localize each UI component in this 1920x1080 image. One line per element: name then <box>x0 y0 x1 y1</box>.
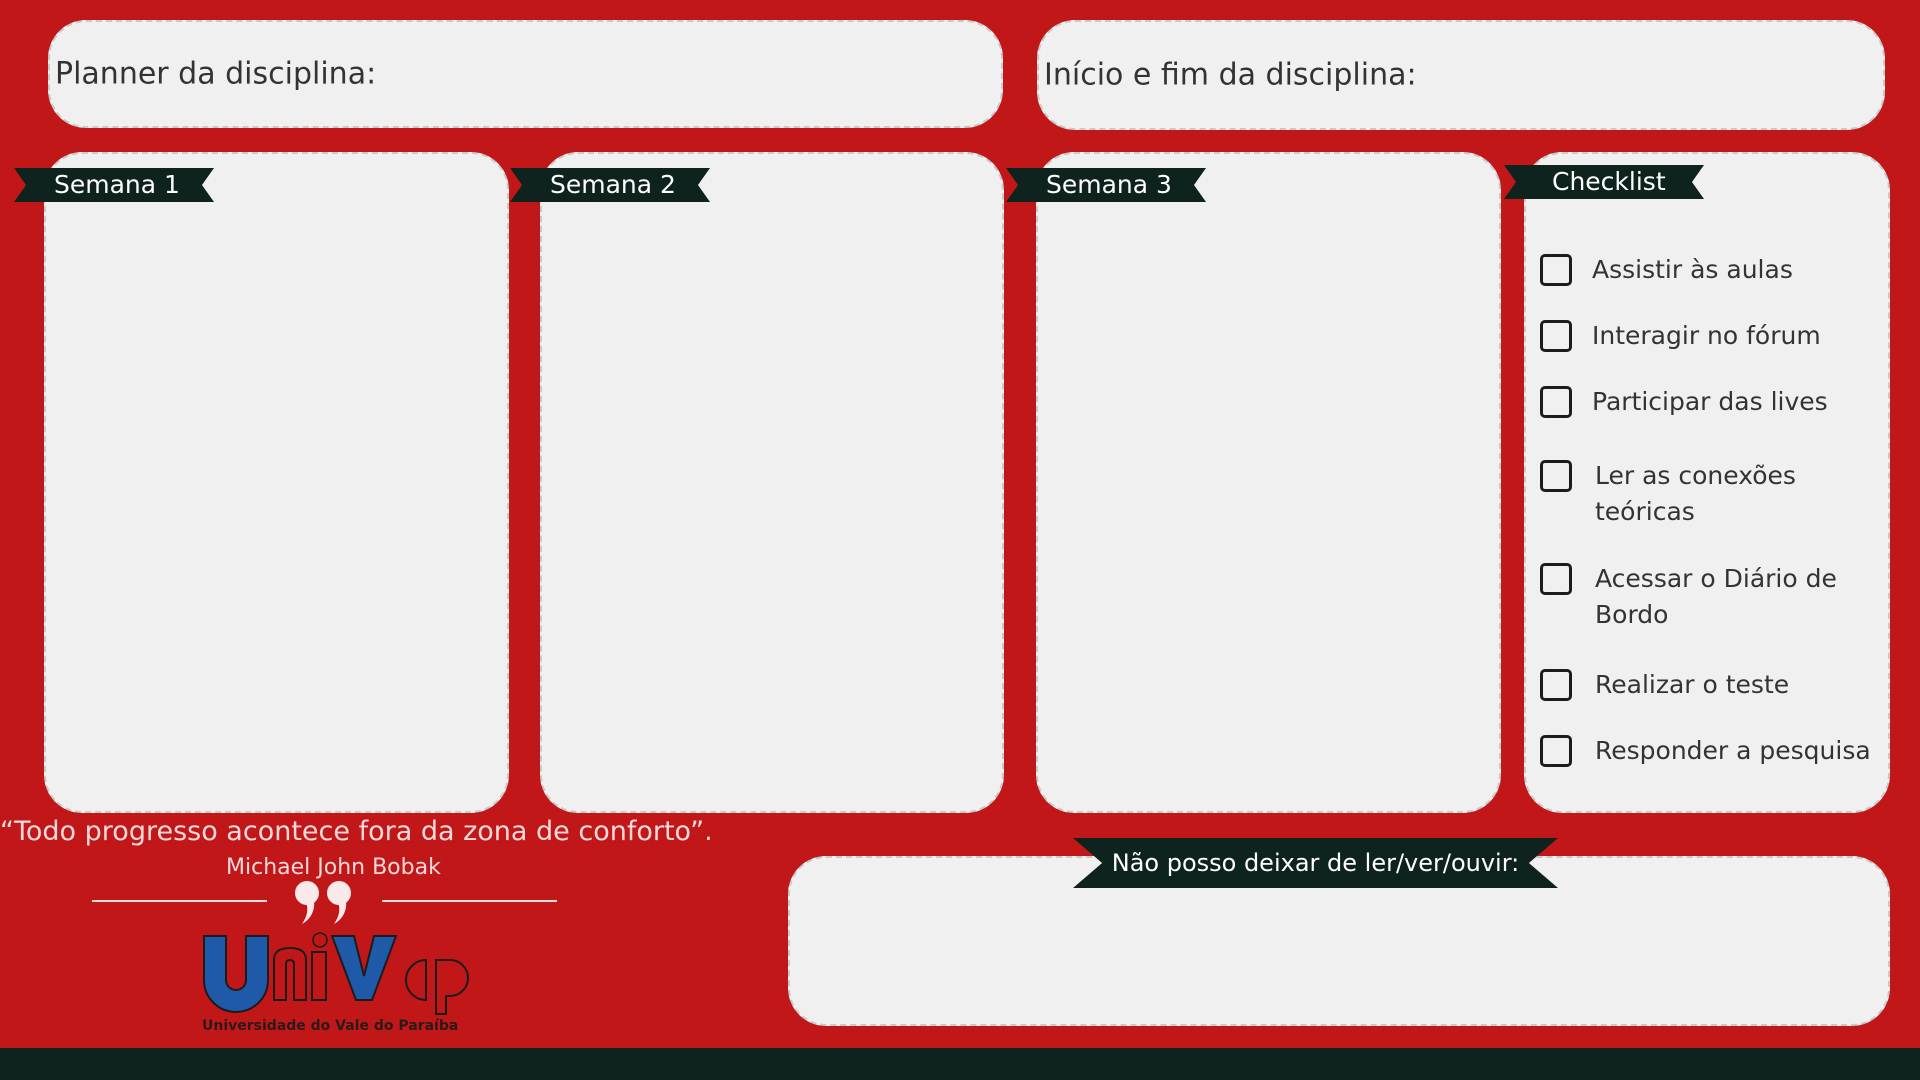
planner-label: Planner da disciplina: <box>55 56 377 92</box>
week-2-card[interactable] <box>540 152 1004 813</box>
checkbox-icon[interactable] <box>1540 386 1572 418</box>
week-1-ribbon: Semana 1 <box>14 168 214 202</box>
checkbox-icon[interactable] <box>1540 563 1572 595</box>
checklist-item-label: Interagir no fórum <box>1592 321 1821 350</box>
univap-caption: Universidade do Vale do Paraíba <box>202 1018 459 1034</box>
quote-author: Michael John Bobak <box>226 855 441 880</box>
checkbox-icon[interactable] <box>1540 669 1572 701</box>
univap-wordmark-graphic <box>203 932 469 1015</box>
must-see-ribbon: Não posso deixar de ler/ver/ouvir: <box>1073 838 1558 888</box>
week-2-ribbon: Semana 2 <box>510 168 710 202</box>
checklist-item-label: Responder a pesquisa <box>1595 736 1871 765</box>
quote-mark-icon <box>292 878 358 926</box>
checklist-item-label: Participar das lives <box>1592 387 1828 416</box>
divider-left <box>92 900 267 902</box>
checklist-ribbon: Checklist <box>1504 165 1704 199</box>
checklist-item-label: Assistir às aulas <box>1592 255 1793 284</box>
checkbox-icon[interactable] <box>1540 254 1572 286</box>
week-3-ribbon: Semana 3 <box>1006 168 1206 202</box>
checklist-item-label: Acessar o Diário de Bordo <box>1595 564 1837 629</box>
course-dates-label: Início e fim da disciplina: <box>1044 57 1417 93</box>
divider-right <box>382 900 557 902</box>
week-3-card[interactable] <box>1036 152 1501 813</box>
week-1-card[interactable] <box>44 152 509 813</box>
course-dates-card[interactable]: Início e fim da disciplina: <box>1037 20 1885 130</box>
checkbox-icon[interactable] <box>1540 320 1572 352</box>
checklist-item-label: Realizar o teste <box>1595 670 1790 699</box>
planner-card[interactable]: Planner da disciplina: <box>48 20 1003 128</box>
checkbox-icon[interactable] <box>1540 460 1572 492</box>
quote-text: “Todo progresso acontece fora da zona de… <box>0 816 713 847</box>
checkbox-icon[interactable] <box>1540 735 1572 767</box>
footer-bar <box>0 1048 1920 1080</box>
checklist-item-label: Ler as conexões teóricas <box>1595 461 1796 526</box>
univap-logo: Universidade do Vale do Paraíba <box>200 930 470 1036</box>
